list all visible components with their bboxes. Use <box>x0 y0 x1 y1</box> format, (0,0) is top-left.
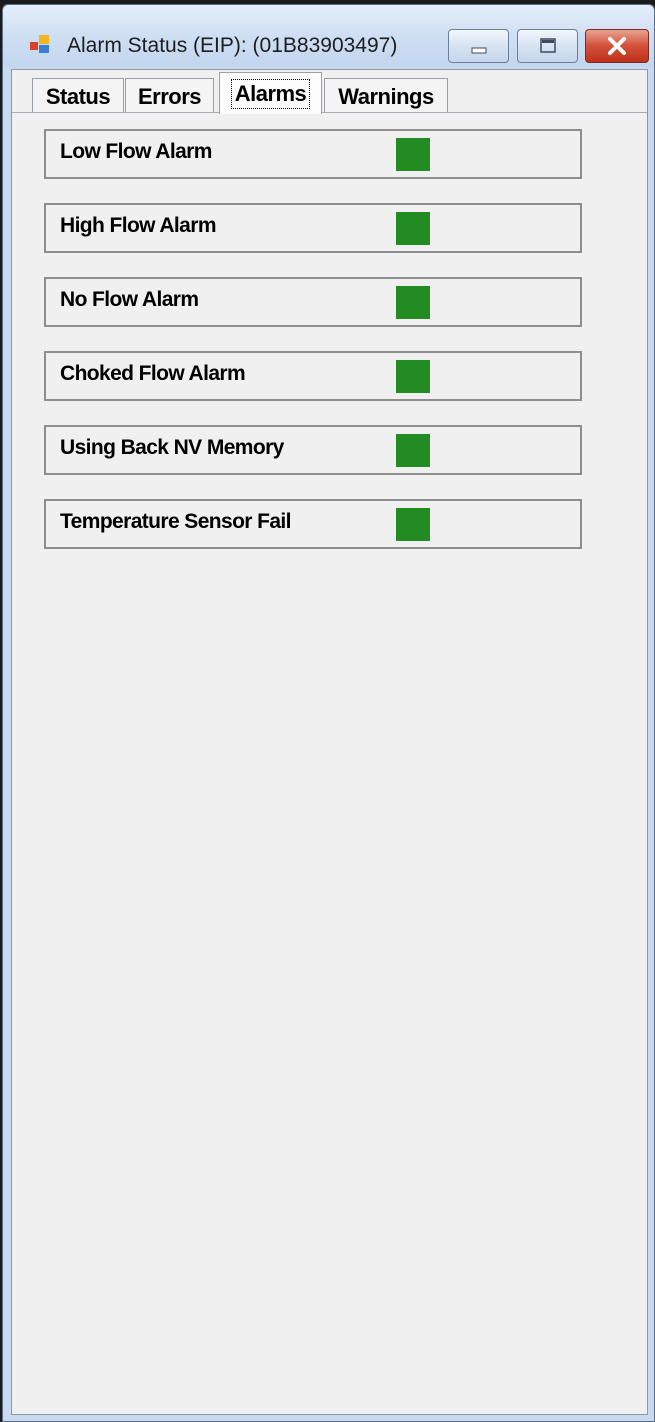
window-title: Alarm Status (EIP): (01B83903497) <box>67 34 398 57</box>
alarm-status-indicator <box>396 508 430 541</box>
alarm-status-indicator <box>396 434 430 467</box>
tab-label: Alarms <box>230 78 311 109</box>
alarm-row-back-nv-memory: Using Back NV Memory <box>44 425 582 475</box>
alarm-row-no-flow: No Flow Alarm <box>44 277 582 327</box>
title-bar[interactable]: Alarm Status (EIP): (01B83903497) <box>3 5 654 67</box>
alarm-row-low-flow: Low Flow Alarm <box>44 129 582 179</box>
alarm-label: No Flow Alarm <box>60 288 199 311</box>
alarm-status-indicator <box>396 138 430 171</box>
app-window-icon <box>30 35 49 53</box>
alarm-row-temperature-sensor: Temperature Sensor Fail <box>44 499 582 549</box>
alarm-label: Using Back NV Memory <box>60 436 284 459</box>
minimize-icon <box>471 47 487 54</box>
tab-strip: Status Errors Alarms Warnings <box>12 70 647 114</box>
tab-errors[interactable]: Errors <box>125 78 214 114</box>
alarms-tab-page: Low Flow Alarm High Flow Alarm No Flow A… <box>12 112 647 1414</box>
tab-status[interactable]: Status <box>32 78 124 114</box>
maximize-icon <box>540 38 556 53</box>
alarm-label: Temperature Sensor Fail <box>60 510 291 533</box>
alarm-row-high-flow: High Flow Alarm <box>44 203 582 253</box>
alarm-label: High Flow Alarm <box>60 214 217 237</box>
alarm-status-indicator <box>396 360 430 393</box>
minimize-button[interactable] <box>448 29 509 63</box>
close-button[interactable] <box>585 29 649 63</box>
maximize-button[interactable] <box>517 29 578 63</box>
client-area: Status Errors Alarms Warnings Low Flow A… <box>11 69 648 1415</box>
alarm-status-window: Alarm Status (EIP): (01B83903497) Status… <box>2 4 655 1422</box>
alarm-label: Low Flow Alarm <box>60 140 212 163</box>
tab-label: Status <box>45 83 111 109</box>
tab-alarms[interactable]: Alarms <box>219 72 322 114</box>
tab-warnings[interactable]: Warnings <box>324 78 448 114</box>
alarm-label: Choked Flow Alarm <box>60 362 246 385</box>
tab-label: Warnings <box>338 83 434 109</box>
alarm-row-choked-flow: Choked Flow Alarm <box>44 351 582 401</box>
alarm-status-indicator <box>396 212 430 245</box>
tab-label: Errors <box>137 83 202 109</box>
close-icon <box>608 37 626 55</box>
alarm-status-indicator <box>396 286 430 319</box>
